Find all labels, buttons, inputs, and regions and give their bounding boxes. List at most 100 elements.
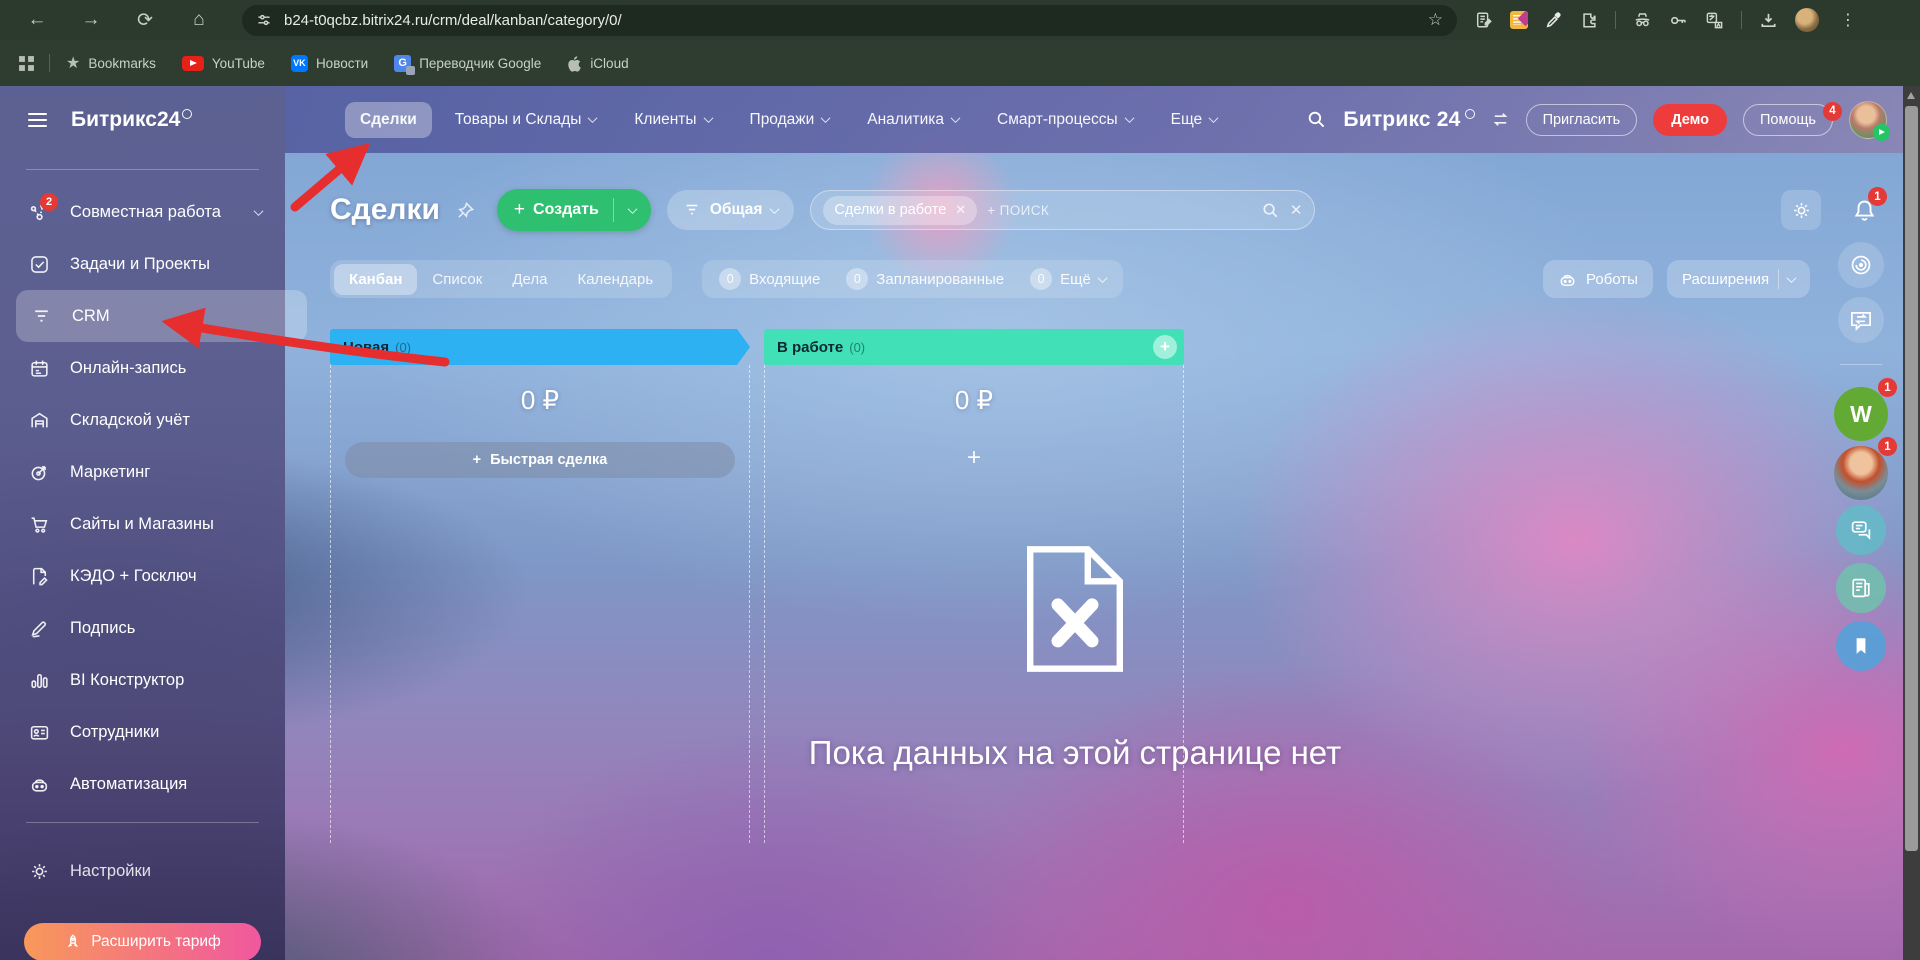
funnel-filter-button[interactable]: Общая: [667, 190, 795, 230]
address-bar[interactable]: b24-t0qcbz.bitrix24.ru/crm/deal/kanban/c…: [242, 5, 1457, 36]
scroll-up-arrow-icon[interactable]: [1907, 92, 1915, 99]
eyedropper-extension-icon[interactable]: [1545, 11, 1563, 29]
counter-more[interactable]: 0 Ещё: [1017, 268, 1119, 290]
url-text[interactable]: b24-t0qcbz.bitrix24.ru/crm/deal/kanban/c…: [284, 12, 1416, 29]
browser-toolbar: ← → ⟳ ⌂ b24-t0qcbz.bitrix24.ru/crm/deal/…: [0, 0, 1920, 40]
forward-icon[interactable]: →: [76, 9, 106, 31]
search-icon[interactable]: [1306, 109, 1327, 130]
user-avatar[interactable]: [1849, 101, 1887, 139]
search-clear-icon[interactable]: ✕: [1290, 201, 1303, 219]
bookmark-folder[interactable]: ★ Bookmarks: [66, 53, 156, 73]
bookmark-google-translate[interactable]: G Переводчик Google: [394, 55, 541, 72]
create-deal-button[interactable]: + Создать: [497, 189, 651, 231]
nav-item-products[interactable]: Товары и Склады: [440, 102, 612, 138]
tab-calendar[interactable]: Календарь: [562, 264, 668, 295]
menu-burger-icon[interactable]: [28, 113, 47, 127]
column-header-in-progress[interactable]: В работе (0) +: [764, 329, 1184, 365]
refresh-icon[interactable]: ⟳: [130, 9, 160, 32]
translate-icon[interactable]: [1705, 11, 1724, 30]
counter-planned[interactable]: 0 Запланированные: [833, 268, 1017, 290]
nav-item-smart-processes[interactable]: Смарт-процессы: [982, 102, 1148, 138]
apps-grid-icon[interactable]: [18, 55, 35, 72]
sidebar-item-bi-builder[interactable]: BI Конструктор: [0, 654, 285, 706]
incognito-icon[interactable]: [1633, 11, 1652, 30]
search-input[interactable]: [987, 203, 1251, 218]
search-icon[interactable]: [1261, 201, 1280, 220]
sidebar-item-online-booking[interactable]: Онлайн-запись: [0, 342, 285, 394]
home-icon[interactable]: ⌂: [184, 9, 214, 31]
tab-kanban[interactable]: Канбан: [334, 264, 417, 295]
chip-remove-icon[interactable]: ✕: [955, 202, 966, 218]
extensions-puzzle-icon[interactable]: [1580, 11, 1598, 29]
chat-transfer-button[interactable]: [1838, 297, 1884, 343]
create-dropdown-caret[interactable]: [614, 207, 651, 214]
nav-item-clients[interactable]: Клиенты: [619, 102, 726, 138]
view-tabs-row: Канбан Список Дела Календарь 0 Входящие …: [330, 260, 1123, 298]
nav-item-analytics[interactable]: Аналитика: [852, 102, 974, 138]
nav-item-sales[interactable]: Продажи: [735, 102, 845, 138]
nav-right-cluster: Битрикс 24 Пригласить Демо Помощь 4: [1306, 101, 1887, 139]
add-deal-plus-icon[interactable]: +: [765, 444, 1183, 472]
browser-profile-avatar[interactable]: [1795, 8, 1819, 32]
browser-menu-icon[interactable]: ⋮: [1840, 10, 1856, 30]
contact-avatar-button[interactable]: 1: [1834, 446, 1888, 500]
sidebar-item-signature[interactable]: Подпись: [0, 602, 285, 654]
sidebar-label: Совместная работа: [70, 203, 221, 222]
tab-activities[interactable]: Дела: [497, 264, 562, 295]
downloads-icon[interactable]: [1759, 11, 1778, 30]
quick-deal-button[interactable]: + Быстрая сделка: [345, 442, 735, 478]
copilot-button[interactable]: [1838, 242, 1884, 288]
add-stage-icon[interactable]: +: [1153, 335, 1177, 359]
invite-button[interactable]: Пригласить: [1526, 104, 1638, 136]
yellow-notes-extension-icon[interactable]: [1510, 11, 1528, 29]
upgrade-plan-button[interactable]: Расширить тариф: [24, 923, 261, 960]
back-icon[interactable]: ←: [22, 9, 52, 31]
news-feed-button[interactable]: [1836, 563, 1886, 613]
window-scrollbar[interactable]: [1903, 86, 1920, 960]
search-filter-chip[interactable]: Сделки в работе ✕: [823, 196, 977, 225]
right-rail: W 1 1: [1833, 242, 1889, 679]
nav-label: Аналитика: [867, 111, 944, 129]
sidebar-item-collaboration[interactable]: 2 Совместная работа: [0, 186, 285, 238]
notes-extension-icon[interactable]: [1475, 11, 1493, 29]
tab-list[interactable]: Список: [417, 264, 497, 295]
bookmark-button[interactable]: [1836, 621, 1886, 671]
search-bar[interactable]: Сделки в работе ✕ ✕: [810, 190, 1315, 230]
open-lines-button[interactable]: [1836, 505, 1886, 555]
youtube-icon: [182, 56, 204, 71]
column-count: (0): [395, 340, 411, 355]
site-settings-icon[interactable]: [256, 12, 272, 28]
bookmark-youtube[interactable]: YouTube: [182, 56, 265, 71]
sidebar-item-marketing[interactable]: Маркетинг: [0, 446, 285, 498]
whatsapp-channel-button[interactable]: W 1: [1834, 387, 1888, 441]
sidebar-item-settings[interactable]: Настройки: [0, 845, 285, 897]
bookmark-icloud[interactable]: iCloud: [567, 55, 628, 72]
collaboration-badge: 2: [40, 193, 58, 211]
help-button-wrap: Помощь 4: [1743, 111, 1833, 129]
help-button[interactable]: Помощь: [1743, 104, 1833, 136]
column-header-new[interactable]: Новая (0): [330, 329, 750, 365]
notifications-button[interactable]: 1: [1843, 189, 1885, 231]
sidebar-item-kedo[interactable]: КЭДО + Госключ: [0, 550, 285, 602]
sidebar-item-inventory[interactable]: Складской учёт: [0, 394, 285, 446]
switch-arrows-icon[interactable]: [1491, 110, 1510, 129]
nav-label: Клиенты: [634, 111, 696, 129]
extensions-button[interactable]: Расширения: [1667, 260, 1810, 298]
counter-incoming[interactable]: 0 Входящие: [706, 268, 833, 290]
sidebar-item-automation[interactable]: Автоматизация: [0, 758, 285, 810]
pin-icon[interactable]: [456, 201, 475, 220]
scrollbar-thumb[interactable]: [1905, 106, 1918, 851]
sidebar-item-tasks[interactable]: Задачи и Проекты: [0, 238, 285, 290]
robots-button[interactable]: Роботы: [1543, 260, 1653, 298]
nav-item-more[interactable]: Еще: [1156, 102, 1233, 138]
bookmark-star-icon[interactable]: ☆: [1428, 10, 1443, 30]
nav-item-deals[interactable]: Сделки: [345, 102, 432, 138]
password-key-icon[interactable]: [1669, 11, 1688, 30]
demo-button[interactable]: Демо: [1653, 104, 1727, 136]
sidebar-item-crm[interactable]: CRM: [16, 290, 307, 342]
sidebar-item-employees[interactable]: Сотрудники: [0, 706, 285, 758]
sidebar-item-sites-stores[interactable]: Сайты и Магазины: [0, 498, 285, 550]
board-settings-button[interactable]: [1781, 190, 1821, 230]
bookmark-news[interactable]: VK Новости: [291, 55, 368, 72]
google-translate-icon: G: [394, 55, 411, 72]
